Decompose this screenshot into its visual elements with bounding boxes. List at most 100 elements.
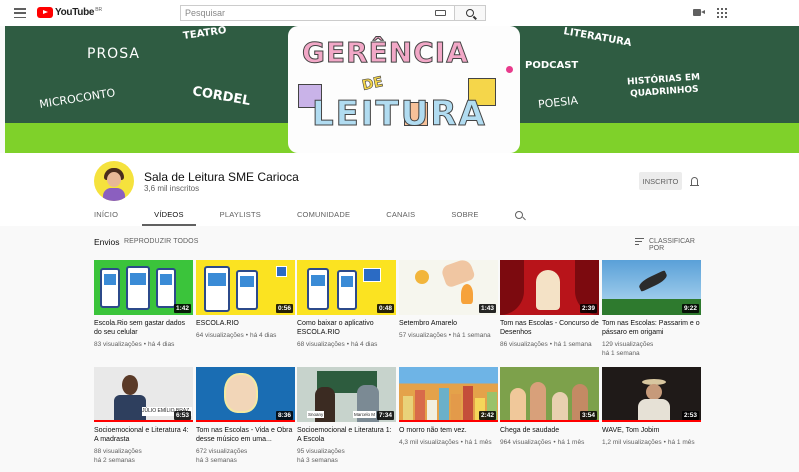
video-card[interactable]: 0:48 Como baixar o aplicativo ESCOLA.RIO… xyxy=(297,260,396,349)
video-duration: 1:43 xyxy=(478,304,496,313)
video-card[interactable]: 1:42 Escola.Rio sem gastar dados do seu … xyxy=(94,260,193,349)
video-card[interactable]: 0:56 ESCOLA.RIO 64 visualizações • há 4 di… xyxy=(196,260,295,340)
bell-icon[interactable] xyxy=(690,177,699,186)
view-count: 57 visualizações xyxy=(399,332,447,339)
video-title[interactable]: Setembro Amarelo xyxy=(399,319,498,328)
video-card[interactable]: JÚLIO EMÍLIO BRAZ 6:53 Socioemocional e … xyxy=(94,367,193,465)
watch-progress xyxy=(399,420,498,422)
view-count: 88 visualizações xyxy=(94,448,142,455)
menu-icon[interactable] xyxy=(14,8,26,18)
video-age: há 1 semana xyxy=(553,341,592,348)
logo-country: BR xyxy=(95,7,103,13)
search-input[interactable] xyxy=(181,8,431,18)
search-box xyxy=(180,5,486,21)
video-meta: 68 visualizações • há 4 dias xyxy=(297,341,378,348)
tab-playlists[interactable]: PLAYLISTS xyxy=(220,202,261,226)
banner-word: CORDEL xyxy=(191,84,252,109)
youtube-logo[interactable]: YouTube BR xyxy=(37,7,102,18)
subscribe-button[interactable]: INSCRITO xyxy=(639,172,682,190)
channel-search-icon[interactable] xyxy=(514,210,523,219)
video-duration: 8:36 xyxy=(275,411,293,420)
video-card[interactable]: Snoany Marcelo M 7:34 Socioemocional e L… xyxy=(297,367,396,465)
keyboard-icon[interactable] xyxy=(435,10,446,16)
video-thumbnail[interactable]: 3:54 xyxy=(500,367,599,422)
video-duration: 2:53 xyxy=(681,411,699,420)
view-count: 4,3 mil visualizações xyxy=(399,439,459,446)
play-all-button[interactable]: REPRODUZIR TODOS xyxy=(124,238,198,245)
banner-word: LITERATURA xyxy=(562,26,633,49)
video-duration: 1:42 xyxy=(173,304,191,313)
video-thumbnail[interactable]: 9:22 xyxy=(602,260,701,315)
video-meta: 88 visualizações há 2 semanas xyxy=(94,447,193,465)
video-title[interactable]: WAVE, Tom Jobim xyxy=(602,426,701,435)
video-thumbnail[interactable]: 1:43 xyxy=(399,260,498,315)
watch-progress xyxy=(196,420,295,422)
video-thumbnail[interactable]: Snoany Marcelo M 7:34 xyxy=(297,367,396,422)
uploads-header: Envios REPRODUZIR TODOS CLASSIFICAR POR xyxy=(94,237,705,252)
video-age: há 2 semanas xyxy=(94,457,135,464)
video-age: há 1 semana xyxy=(602,350,640,357)
video-title[interactable]: O morro não tem vez. xyxy=(399,426,498,435)
search-button[interactable] xyxy=(454,5,486,21)
view-count: 64 visualizações xyxy=(196,332,244,339)
video-age: há 1 mês xyxy=(667,439,695,446)
view-count: 86 visualizações xyxy=(500,341,548,348)
video-thumbnail[interactable]: 1:42 xyxy=(94,260,193,315)
video-thumbnail[interactable]: 2:42 xyxy=(399,367,498,422)
channel-avatar[interactable] xyxy=(94,161,134,201)
video-title[interactable]: Escola.Rio sem gastar dados do seu celul… xyxy=(94,319,193,337)
apps-grid-icon[interactable] xyxy=(717,8,727,18)
video-thumbnail[interactable]: 2:53 xyxy=(602,367,701,422)
tab-canais[interactable]: CANAIS xyxy=(386,202,415,226)
video-card[interactable]: 3:54 Chega de saudade 964 visualizações •… xyxy=(500,367,599,447)
tab-sobre[interactable]: SOBRE xyxy=(451,202,478,226)
video-title[interactable]: Tom nas Escolas: Passarim e o pássaro em… xyxy=(602,319,701,337)
video-card[interactable]: 2:53 WAVE, Tom Jobim 1,2 mil visualizaçõ… xyxy=(602,367,701,447)
art-title: GERÊNCIA xyxy=(302,36,469,70)
video-card[interactable]: 1:43 Setembro Amarelo 57 visualizações • h… xyxy=(399,260,498,340)
banner-word: POESIA xyxy=(537,93,579,112)
channel-name: Sala de Leitura SME Carioca xyxy=(144,170,299,184)
video-title[interactable]: Socioemocional e Literatura 1: A Escola xyxy=(297,426,396,444)
video-age: há 1 mês xyxy=(464,439,492,446)
video-title[interactable]: Como baixar o aplicativo ESCOLA.RIO xyxy=(297,319,396,337)
video-title[interactable]: Socioemocional e Literatura 4: A madrast… xyxy=(94,426,193,444)
sort-icon[interactable] xyxy=(635,238,644,245)
video-duration: 7:34 xyxy=(376,411,394,420)
video-card[interactable]: 2:42 O morro não tem vez. 4,3 mil visual… xyxy=(399,367,498,447)
watch-progress xyxy=(500,420,599,422)
banner-word: HISTÓRIAS EM QUADRINHOS xyxy=(626,72,701,100)
video-meta: 672 visualizações há 3 semanas xyxy=(196,447,295,465)
video-age: há 4 dias xyxy=(249,332,277,339)
banner-word: MICROCONTO xyxy=(38,86,117,111)
tab-videos[interactable]: VÍDEOS xyxy=(142,202,196,226)
video-title[interactable]: Tom nas Escolas - Concurso de Desenhos xyxy=(500,319,599,337)
banner-artwork: GERÊNCIA DE LEITURA xyxy=(288,26,520,153)
video-card[interactable]: 8:36 Tom nas Escolas - Vida e Obra desse… xyxy=(196,367,295,465)
video-thumbnail[interactable]: 8:36 xyxy=(196,367,295,422)
video-card[interactable]: 2:39 Tom nas Escolas - Concurso de Desen… xyxy=(500,260,599,349)
youtube-play-icon xyxy=(37,7,53,18)
video-thumbnail[interactable]: 0:56 xyxy=(196,260,295,315)
video-title[interactable]: Chega de saudade xyxy=(500,426,599,435)
view-count: 1,2 mil visualizações xyxy=(602,439,662,446)
create-video-icon[interactable] xyxy=(693,9,705,16)
tab-inicio[interactable]: INÍCIO xyxy=(94,202,118,226)
video-age: há 4 dias xyxy=(350,341,378,348)
video-title[interactable]: Tom nas Escolas - Vida e Obra desse músi… xyxy=(196,426,295,444)
video-card[interactable]: 9:22 Tom nas Escolas: Passarim e o pássa… xyxy=(602,260,701,358)
avatar-face xyxy=(107,172,121,187)
video-age: há 3 semanas xyxy=(196,457,237,464)
video-age: há 4 dias xyxy=(147,341,175,348)
video-duration: 0:56 xyxy=(275,304,293,313)
video-duration: 2:39 xyxy=(579,304,597,313)
channel-tabs: INÍCIO VÍDEOS PLAYLISTS COMUNIDADE CANAI… xyxy=(94,202,523,226)
video-thumbnail[interactable]: 2:39 xyxy=(500,260,599,315)
tab-comunidade[interactable]: COMUNIDADE xyxy=(297,202,350,226)
sort-button[interactable]: CLASSIFICAR POR xyxy=(649,238,705,252)
video-title[interactable]: ESCOLA.RIO xyxy=(196,319,295,328)
video-age: há 3 semanas xyxy=(297,457,338,464)
art-leitura: LEITURA xyxy=(312,94,487,135)
video-thumbnail[interactable]: JÚLIO EMÍLIO BRAZ 6:53 xyxy=(94,367,193,422)
video-thumbnail[interactable]: 0:48 xyxy=(297,260,396,315)
